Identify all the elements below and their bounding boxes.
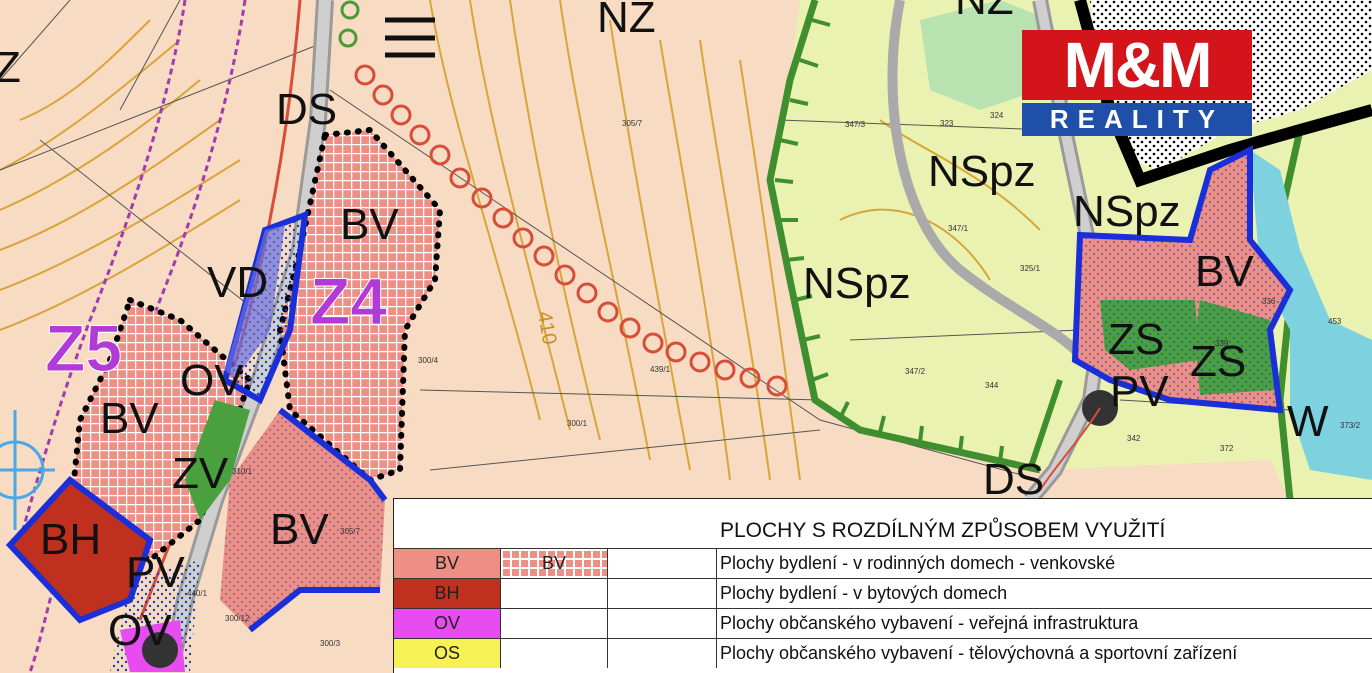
area-label: BV — [100, 394, 159, 443]
legend-description: Plochy občanského vybavení - veřejná inf… — [720, 613, 1139, 633]
zone-label-z4: Z4 — [309, 264, 388, 338]
legend-swatch: OS — [394, 639, 501, 668]
area-label: Z — [0, 43, 21, 92]
legend-swatch-empty — [501, 609, 608, 638]
plot-number: 305/7 — [340, 527, 361, 536]
area-label: DS — [276, 85, 338, 134]
logo-wordmark: M&M — [1022, 30, 1252, 100]
plot-number: 324 — [990, 111, 1004, 120]
plot-number: 325/1 — [1020, 264, 1041, 273]
area-label: PV — [126, 548, 185, 597]
plot-number: 310/1 — [232, 467, 253, 476]
plot-number: 339 — [1215, 339, 1229, 348]
legend-swatch: BH — [394, 579, 501, 608]
plot-number: 372 — [1220, 444, 1234, 453]
area-label: BV — [340, 200, 399, 249]
area-label: NZ — [955, 0, 1014, 22]
legend-swatch-empty — [501, 639, 608, 668]
legend-swatch-empty — [608, 549, 717, 578]
plot-number: 336 — [1262, 297, 1276, 306]
plot-number: 453 — [1328, 317, 1342, 326]
area-label: W — [1287, 397, 1329, 446]
legend-description: Plochy bydlení - v bytových domech — [720, 583, 1008, 603]
plot-number: 347/3 — [845, 120, 866, 129]
legend-description: Plochy občanského vybavení - tělovýchovn… — [720, 643, 1238, 663]
plot-number: 300/12 — [225, 614, 250, 623]
plot-number: 300/3 — [320, 639, 341, 648]
area-label: OV — [108, 606, 172, 655]
legend-swatch: BV — [394, 549, 501, 578]
legend-swatch: OV — [394, 609, 501, 638]
plot-number: 344 — [985, 381, 999, 390]
legend-row-bh: BH Plochy bydlení - v bytových domech — [394, 578, 1372, 608]
plot-number: 373/2 — [1340, 421, 1361, 430]
plot-number: 300/1 — [567, 419, 588, 428]
area-label: DS — [983, 455, 1045, 504]
plot-number: 347/1 — [948, 224, 969, 233]
map-legend: PLOCHY S ROZDÍLNÝM ZPŮSOBEM VYUŽITÍ BV B… — [393, 498, 1372, 673]
plot-number: 347/2 — [905, 367, 926, 376]
plot-number: 305/7 — [622, 119, 643, 128]
legend-swatch-empty — [501, 579, 608, 608]
legend-row-os: OS Plochy občanského vybavení - tělových… — [394, 638, 1372, 668]
legend-swatch-hatched: BV — [501, 549, 608, 578]
zone-label-z5: Z5 — [44, 311, 123, 385]
legend-swatch-empty — [608, 639, 717, 668]
area-label: OV — [180, 356, 244, 405]
legend-swatch-empty — [608, 609, 717, 638]
area-label: NSpz — [928, 147, 1036, 196]
legend-swatch-empty — [608, 579, 717, 608]
legend-row-ov: OV Plochy občanského vybavení - veřejná … — [394, 608, 1372, 638]
area-label: NSpz — [1073, 187, 1181, 236]
legend-description: Plochy bydlení - v rodinných domech - ve… — [720, 553, 1116, 573]
area-label: ZV — [172, 449, 229, 498]
company-logo: M&M REALITY — [1022, 30, 1252, 136]
area-label: BH — [40, 515, 102, 564]
area-label: ZS — [1108, 315, 1165, 364]
logo-subtitle: REALITY — [1022, 103, 1252, 136]
plot-number: 440/1 — [187, 589, 208, 598]
plot-number: 342 — [1127, 434, 1141, 443]
area-label: BV — [1195, 247, 1254, 296]
plot-number: 323 — [940, 119, 954, 128]
area-label: PV — [1110, 367, 1169, 416]
legend-title: PLOCHY S ROZDÍLNÝM ZPŮSOBEM VYUŽITÍ — [720, 519, 1166, 542]
area-label: BV — [270, 505, 329, 554]
contour-elevation-label: 410 — [532, 309, 561, 347]
legend-row-bv: BV BV Plochy bydlení - v rodinných domec… — [394, 548, 1372, 578]
plot-number: 439/1 — [650, 365, 671, 374]
area-label: NSpz — [803, 259, 911, 308]
area-label: VD — [207, 258, 269, 307]
area-label: NZ — [597, 0, 656, 42]
plot-number: 300/4 — [418, 356, 439, 365]
